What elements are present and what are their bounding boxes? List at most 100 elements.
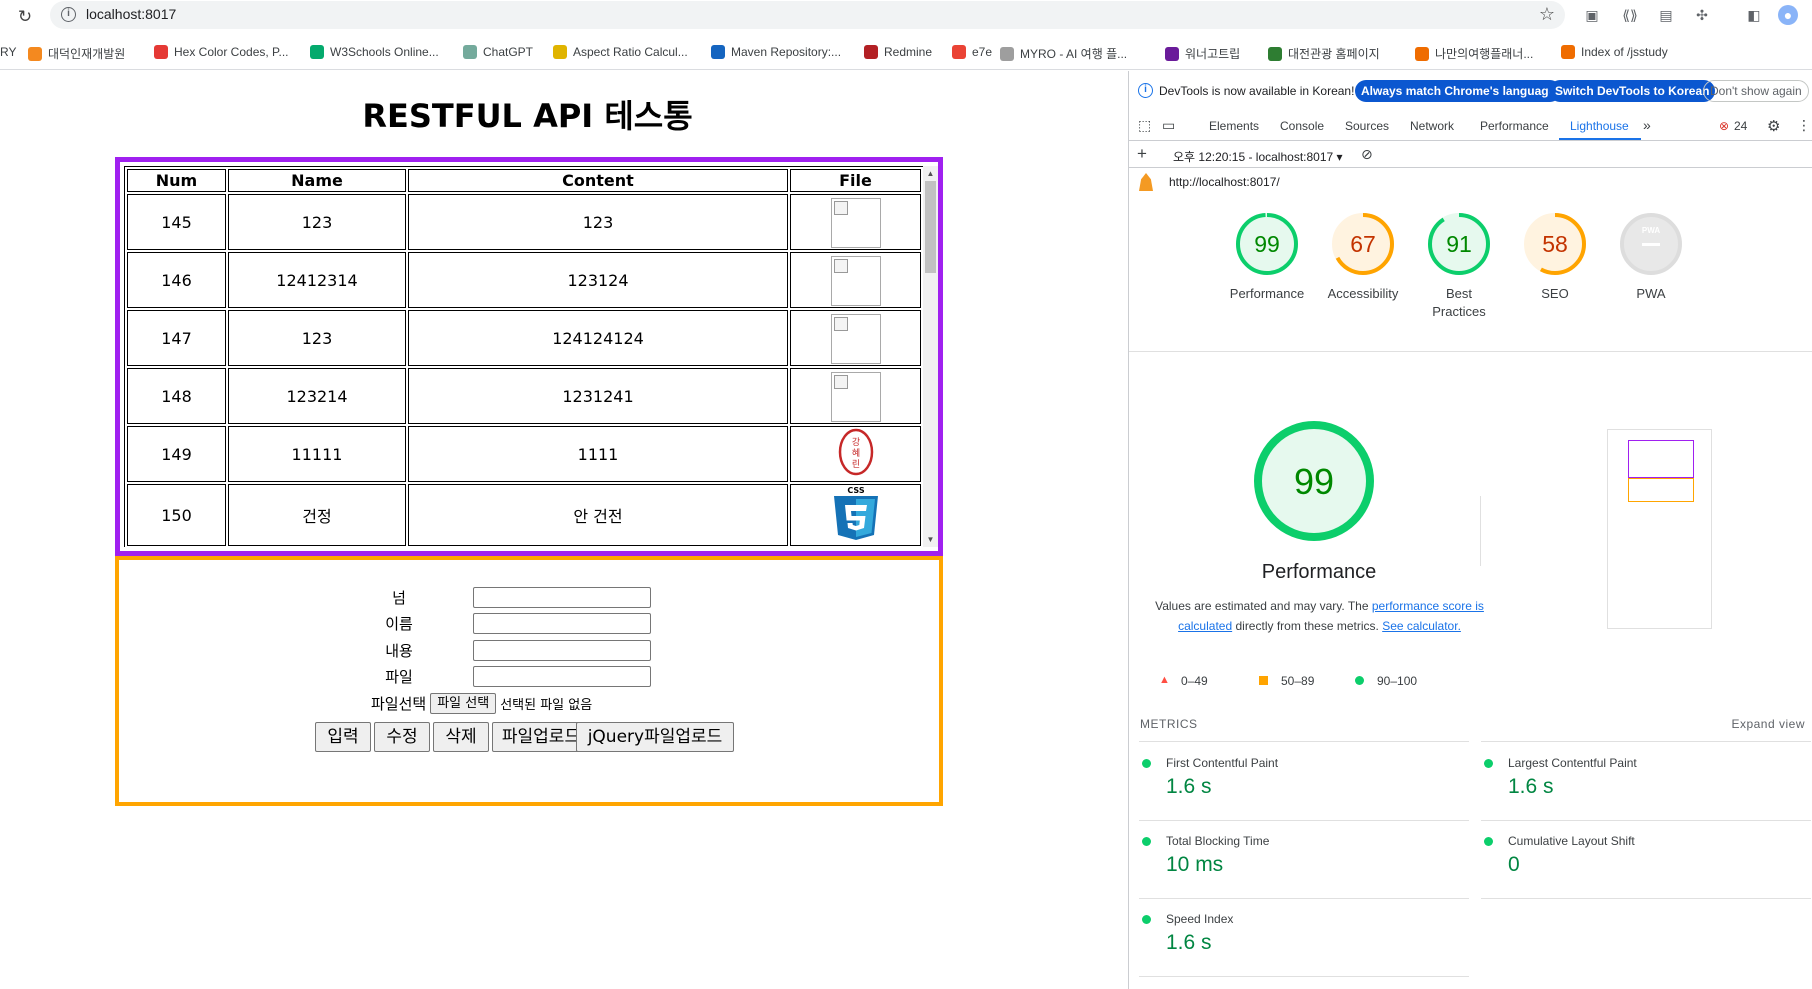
bookmark-favicon-icon xyxy=(463,45,477,59)
performance-description: Values are estimated and may vary. The p… xyxy=(1147,596,1492,636)
table-row[interactable]: 145 123 123 xyxy=(127,194,921,250)
address-bar[interactable]: i localhost:8017 ☆ xyxy=(50,1,1565,29)
scrollbar-thumb[interactable] xyxy=(925,181,936,273)
scroll-down-icon[interactable]: ▼ xyxy=(923,532,938,547)
file-name-input[interactable] xyxy=(473,666,651,687)
bookmark-item[interactable]: 나만의여행플래너... xyxy=(1415,45,1533,62)
extension-icon[interactable]: ⟪⟫ xyxy=(1620,5,1640,25)
gauge-performance[interactable]: 99 Performance xyxy=(1222,211,1312,303)
choose-file-button[interactable]: 파일 선택 xyxy=(430,693,497,714)
see-calculator-link[interactable]: See calculator. xyxy=(1382,619,1461,633)
bookmark-item[interactable]: Hex Color Codes, P... xyxy=(154,45,289,59)
profile-avatar[interactable]: ● xyxy=(1778,5,1798,25)
gauge-seo[interactable]: 58 SEO xyxy=(1510,211,1600,303)
bookmark-item[interactable]: Redmine xyxy=(864,45,932,59)
legend-average: 50–89 xyxy=(1281,674,1315,688)
broken-image-icon xyxy=(830,372,881,422)
bookmark-favicon-icon xyxy=(1165,46,1179,61)
bookmark-fragment[interactable]: RY xyxy=(0,45,16,59)
error-count[interactable]: 24 xyxy=(1734,119,1747,133)
pass-circle-icon xyxy=(1142,915,1151,924)
dont-show-again-button[interactable]: Don't show again xyxy=(1703,80,1809,102)
always-match-language-button[interactable]: Always match Chrome's language xyxy=(1355,80,1562,102)
puzzle-icon[interactable]: ✣ xyxy=(1692,5,1712,25)
delete-button[interactable]: 삭제 xyxy=(433,722,489,752)
bookmark-label: 워너고트립 xyxy=(1185,47,1241,61)
legend-pass: 90–100 xyxy=(1377,674,1418,688)
table-row[interactable]: 147 123 124124124 xyxy=(127,310,921,366)
table-row[interactable]: 148 123214 1231241 xyxy=(127,368,921,424)
gauge-pwa[interactable]: PWA PWA xyxy=(1606,211,1696,303)
switch-to-korean-button[interactable]: Switch DevTools to Korean xyxy=(1549,80,1716,102)
site-info-icon[interactable]: i xyxy=(61,7,76,22)
bookmark-item[interactable]: Aspect Ratio Calcul... xyxy=(553,45,688,59)
bookmark-item[interactable]: e7e xyxy=(952,45,992,59)
tab-console[interactable]: Console xyxy=(1280,119,1324,133)
cell-num: 149 xyxy=(127,426,226,482)
gauge-accessibility[interactable]: 67 Accessibility xyxy=(1318,211,1408,303)
expand-view-link[interactable]: Expand view xyxy=(1731,717,1805,731)
device-toolbar-icon[interactable]: ▭ xyxy=(1162,117,1175,134)
table-row[interactable]: 149 11111 1111 강 혜 린 xyxy=(127,426,921,482)
side-panel-icon[interactable]: ◧ xyxy=(1744,5,1764,25)
scroll-up-icon[interactable]: ▲ xyxy=(923,166,938,181)
pass-circle-icon xyxy=(1484,837,1493,846)
address-url[interactable]: localhost:8017 xyxy=(86,6,176,22)
error-icon[interactable]: ⊗ xyxy=(1719,119,1729,133)
table-row[interactable]: 150 건정 안 건전 CSS xyxy=(127,484,921,546)
bookmark-item[interactable]: Index of /jsstudy xyxy=(1561,45,1668,59)
tab-network[interactable]: Network xyxy=(1410,119,1454,133)
bookmark-label: e7e xyxy=(972,45,993,59)
more-tabs-icon[interactable]: » xyxy=(1643,117,1651,133)
report-selector[interactable]: 오후 12:20:15 - localhost:8017 ▾ xyxy=(1173,148,1343,165)
reload-icon[interactable]: ↻ xyxy=(14,6,36,28)
tab-elements[interactable]: Elements xyxy=(1209,119,1259,133)
cell-num: 148 xyxy=(127,368,226,424)
svg-text:혜: 혜 xyxy=(851,447,859,459)
num-input[interactable] xyxy=(473,587,651,608)
bookmark-item[interactable]: 워너고트립 xyxy=(1165,45,1240,62)
performance-big-ring: 99 xyxy=(1254,421,1374,541)
name-input[interactable] xyxy=(473,613,651,634)
insert-button[interactable]: 입력 xyxy=(315,722,371,752)
clear-reports-icon[interactable]: ⊘ xyxy=(1361,146,1373,163)
bookmark-item[interactable]: MYRO - AI 여행 플... xyxy=(1000,45,1127,62)
tab-lighthouse[interactable]: Lighthouse xyxy=(1570,119,1629,133)
divider xyxy=(1480,496,1481,566)
content-input[interactable] xyxy=(473,640,651,661)
bookmark-item[interactable]: W3Schools Online... xyxy=(310,45,439,59)
update-button[interactable]: 수정 xyxy=(374,722,430,752)
cell-content: 123 xyxy=(408,194,788,250)
board-table-scroll[interactable]: Num Name Content File 145 123 123 146 124123… xyxy=(124,166,924,547)
kebab-menu-icon[interactable]: ⋮ xyxy=(1797,117,1811,134)
devtools-tabbar: ⬚ ▭ Elements Console Sources Network Per… xyxy=(1129,111,1812,141)
label-file-select: 파일선택 xyxy=(371,695,427,713)
extension-icon[interactable]: ▤ xyxy=(1656,5,1676,25)
extension-icon[interactable]: ▣ xyxy=(1582,5,1602,25)
gauge-label: PWA xyxy=(1636,286,1666,301)
inspect-element-icon[interactable]: ⬚ xyxy=(1138,117,1151,134)
header-file: File xyxy=(790,169,921,192)
metric-value: 1.6 s xyxy=(1166,775,1212,798)
bookmark-item[interactable]: 대전관광 홈페이지 xyxy=(1268,45,1380,62)
form-row-num: 넘 xyxy=(119,587,939,609)
bookmark-label: 나만의여행플래너... xyxy=(1435,47,1534,61)
report-url[interactable]: http://localhost:8017/ xyxy=(1169,175,1280,189)
bookmark-item[interactable]: Maven Repository:... xyxy=(711,45,841,59)
new-report-icon[interactable]: + xyxy=(1137,144,1147,164)
bookmark-star-icon[interactable]: ☆ xyxy=(1539,4,1555,25)
jquery-file-upload-button[interactable]: jQuery파일업로드 xyxy=(576,722,734,752)
bookmark-item[interactable]: ChatGPT xyxy=(463,45,533,59)
settings-gear-icon[interactable]: ⚙ xyxy=(1767,117,1780,135)
tab-sources[interactable]: Sources xyxy=(1345,119,1389,133)
form-row-name: 이름 xyxy=(119,613,939,635)
table-row[interactable]: 146 12412314 123124 xyxy=(127,252,921,308)
pass-circle-icon xyxy=(1142,759,1151,768)
page-screenshot-thumbnail[interactable] xyxy=(1607,429,1712,629)
bookmark-label: W3Schools Online... xyxy=(330,45,439,59)
tab-performance[interactable]: Performance xyxy=(1480,119,1549,133)
legend-fail: 0–49 xyxy=(1181,674,1208,688)
table-scrollbar[interactable]: ▲ ▼ xyxy=(923,166,938,547)
bookmark-item[interactable]: 대덕인재개발원 xyxy=(28,45,125,62)
gauge-best-practices[interactable]: 91 Best Practices xyxy=(1414,211,1504,321)
